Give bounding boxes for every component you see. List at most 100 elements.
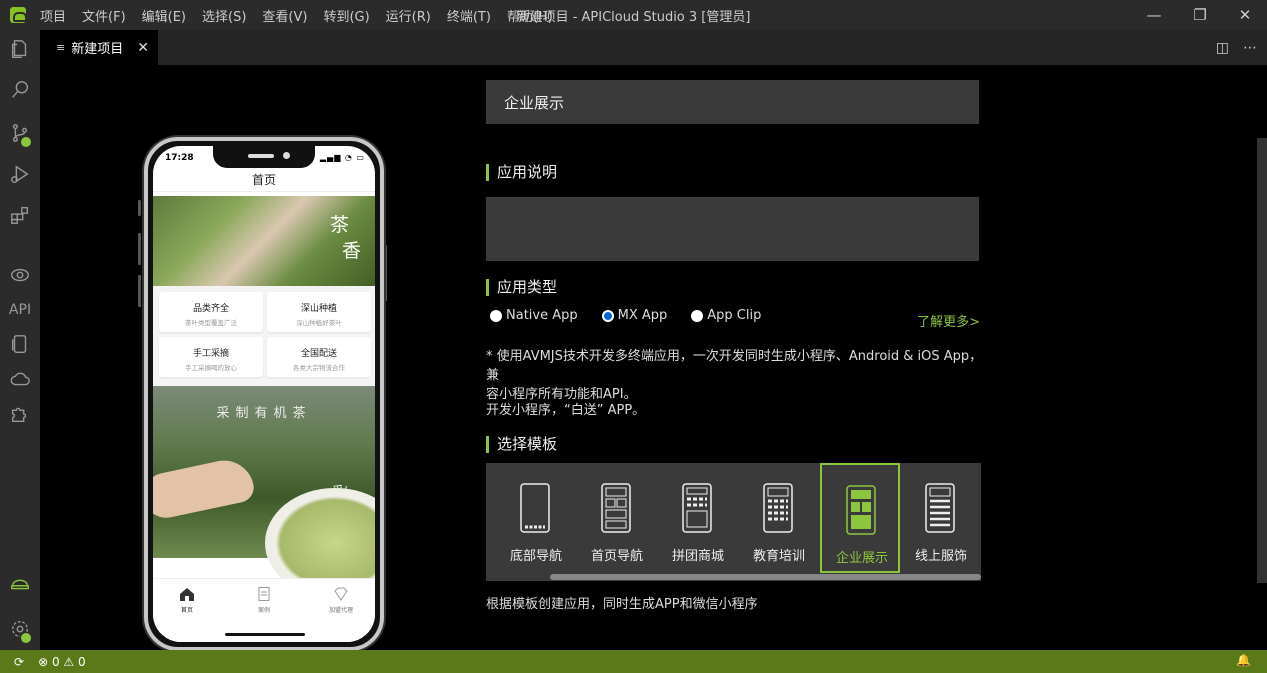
radio-mx-app[interactable]: MX App (601, 308, 667, 323)
activity-bar: API (0, 30, 40, 650)
template-online-apparel-icon (925, 483, 955, 533)
phone-status-icons: ▂▄▆ ◔ ▭ (319, 153, 365, 162)
template-bottom-nav[interactable]: 底部导航 (496, 463, 576, 573)
phone-tab-franchise[interactable]: 加盟代理 (311, 587, 371, 614)
menu-file[interactable]: 文件(F) (82, 6, 126, 25)
menu-help[interactable]: 帮助(H) (507, 6, 553, 25)
template-home-nav[interactable]: 首页导航 (577, 463, 657, 573)
phone-volume-down (138, 275, 141, 307)
feature-grid: 品类齐全 茶叶类型覆盖广泛 深山种植 深山种植好茶叶 手工采摘 手工采摘喝的放心… (153, 286, 375, 386)
phone-nav-title: 首页 (153, 168, 375, 192)
error-count: 0 (51, 654, 60, 669)
phone-notch (213, 146, 315, 168)
title-bar: 项目 文件(F) 编辑(E) 选择(S) 查看(V) 转到(G) 运行(R) 终… (0, 0, 1267, 30)
template-education[interactable]: 教育培训 (739, 463, 819, 573)
feature-card[interactable]: 全国配送 各类大宗物流合作 (267, 337, 371, 377)
template-education-icon (763, 483, 793, 533)
menu-run[interactable]: 运行(R) (386, 6, 431, 25)
phone-preview: 17:28 ▂▄▆ ◔ ▭ 首页 茶 香 品类齐全 茶叶类型覆盖广泛 深山种植 … (144, 137, 384, 650)
mx-app-note: * 使用AVMJS技术开发多终端应用，一次开发同时生成小程序、Android &… (486, 349, 983, 402)
banner-calligraphy: 茶 香 (329, 214, 361, 262)
notification-bell-icon[interactable]: 🔔 (1236, 653, 1251, 667)
radio-indicator[interactable] (691, 309, 704, 322)
plugin-icon[interactable] (0, 396, 40, 430)
banner2-title: 采制有机茶 (216, 406, 312, 421)
hand-image (153, 455, 257, 522)
organic-tea-banner-image: 采制有机茶 采/ (153, 386, 375, 598)
learn-more-link[interactable]: 了解更多> (917, 311, 980, 330)
menu-terminal[interactable]: 终端(T) (447, 6, 491, 25)
menu-view[interactable]: 查看(V) (262, 6, 307, 25)
template-enterprise-showcase-icon (846, 485, 876, 535)
radio-native-app[interactable]: Native App (490, 308, 578, 323)
preview-icon[interactable] (0, 258, 40, 292)
home-indicator (225, 633, 305, 636)
radio-indicator-checked[interactable] (601, 309, 614, 322)
file-list-icon: ≡ (56, 41, 66, 54)
tab-new-project[interactable]: ≡ 新建项目 ✕ (40, 30, 158, 65)
template-bottom-nav-icon (520, 483, 550, 533)
app-name-input[interactable]: 企业展示 (486, 80, 979, 124)
phone-tab-cases[interactable]: 案例 (234, 587, 294, 614)
search-icon[interactable] (0, 73, 40, 107)
more-actions-icon[interactable]: ⋯ (1243, 40, 1257, 56)
menu-goto[interactable]: 转到(G) (323, 6, 369, 25)
type-section-title: 应用类型 (486, 279, 557, 296)
app-description-input[interactable] (486, 197, 979, 261)
template-picker: 底部导航 首页导航 拼团商城 教育培训 企业展示 线上服饰 (486, 463, 981, 581)
status-bar: ⟳ ⊗ 0 ⚠ 0 🔔 (0, 650, 1267, 673)
apicloud-icon[interactable] (0, 566, 40, 600)
phone-time: 17:28 (165, 153, 194, 163)
template-footnote: 根据模板创建应用，同时生成APP和微信小程序 (486, 597, 758, 612)
editor-vertical-scrollbar[interactable] (1257, 138, 1267, 583)
source-control-icon[interactable] (0, 116, 40, 150)
phone-status-bar: 17:28 ▂▄▆ ◔ ▭ (153, 146, 375, 168)
cloud-icon[interactable] (0, 362, 40, 396)
tea-banner-image: 茶 香 (153, 196, 375, 286)
run-debug-icon[interactable] (0, 157, 40, 191)
warning-icon: ⚠ (63, 654, 75, 669)
explorer-icon[interactable] (0, 32, 40, 66)
close-window-button[interactable]: ✕ (1222, 0, 1267, 30)
error-icon: ⊗ (38, 654, 49, 669)
device-icon[interactable] (0, 327, 40, 361)
feature-card[interactable]: 深山种植 深山种植好茶叶 (267, 292, 371, 332)
phone-tab-home[interactable]: 首页 (157, 587, 217, 614)
template-online-apparel[interactable]: 线上服饰 (901, 463, 981, 573)
app-type-radio-group: Native App MX App App Clip (490, 308, 785, 323)
menu-edit[interactable]: 编辑(E) (142, 6, 186, 25)
template-group-buy-mall-icon (682, 483, 712, 533)
menu-bar: 项目 文件(F) 编辑(E) 选择(S) 查看(V) 转到(G) 运行(R) 终… (40, 6, 553, 25)
document-icon (258, 587, 270, 601)
extensions-icon[interactable] (0, 198, 40, 232)
template-group-buy-mall[interactable]: 拼团商城 (658, 463, 738, 573)
menu-selection[interactable]: 选择(S) (202, 6, 246, 25)
close-tab-icon[interactable]: ✕ (137, 40, 149, 56)
apicloud-logo-icon[interactable] (10, 7, 27, 23)
radio-indicator[interactable] (490, 309, 502, 322)
split-editor-icon[interactable]: ◫ (1216, 40, 1229, 56)
template-section-title: 选择模板 (486, 436, 557, 453)
settings-icon[interactable] (0, 612, 40, 646)
phone-tab-bar: 首页 案例 加盟代理 (153, 578, 375, 642)
feature-card[interactable]: 手工采摘 手工采摘喝的放心 (159, 337, 263, 377)
new-project-form: 企业展示 应用说明 应用类型 Native App MX App App Cli… (486, 65, 986, 650)
template-scrollbar[interactable] (550, 574, 981, 580)
phone-volume-up (138, 233, 141, 265)
editor-tab-bar: ≡ 新建项目 ✕ ◫ ⋯ (40, 30, 1267, 65)
phone-screen: 17:28 ▂▄▆ ◔ ▭ 首页 茶 香 品类齐全 茶叶类型覆盖广泛 深山种植 … (153, 146, 375, 642)
minimize-button[interactable]: — (1131, 0, 1177, 30)
api-icon[interactable]: API (0, 293, 40, 327)
sync-icon[interactable]: ⟳ (14, 655, 24, 669)
desc-section-title: 应用说明 (486, 164, 557, 181)
mx-app-note-2: 开发小程序，“白送” APP。 (486, 403, 646, 418)
warning-count: 0 (78, 654, 86, 669)
restore-button[interactable]: ❐ (1177, 0, 1223, 30)
editor-area: 17:28 ▂▄▆ ◔ ▭ 首页 茶 香 品类齐全 茶叶类型覆盖广泛 深山种植 … (40, 65, 1267, 650)
problems-indicator[interactable]: ⊗ 0 ⚠ 0 (38, 655, 86, 669)
radio-app-clip[interactable]: App Clip (691, 308, 761, 323)
feature-card[interactable]: 品类齐全 茶叶类型覆盖广泛 (159, 292, 263, 332)
menu-project[interactable]: 项目 (40, 6, 66, 25)
template-enterprise-showcase[interactable]: 企业展示 (820, 463, 900, 573)
home-icon (180, 588, 194, 601)
